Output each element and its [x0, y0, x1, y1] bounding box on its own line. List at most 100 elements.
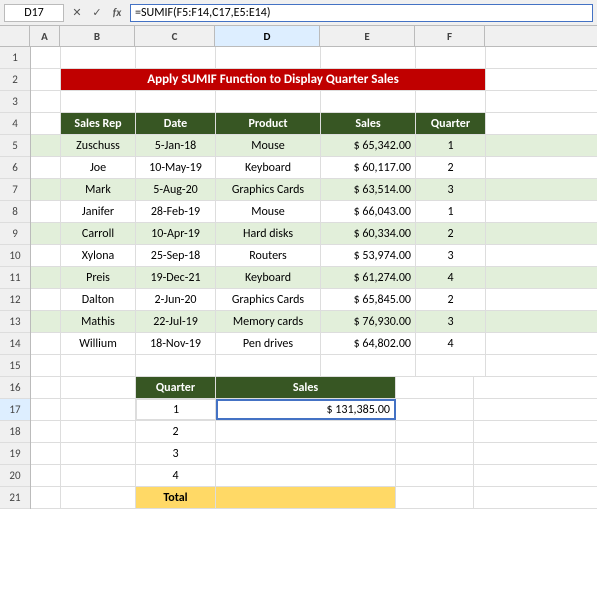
cell-f17[interactable]	[404, 399, 474, 420]
row-header-15[interactable]: 15	[0, 355, 30, 377]
cell-a10[interactable]	[31, 245, 61, 266]
cell-e8[interactable]: $ 66,043.00	[321, 201, 416, 222]
row-header-21[interactable]: 21	[0, 487, 30, 509]
cell-f10[interactable]: 3	[416, 245, 486, 266]
row-header-8[interactable]: 8	[0, 201, 30, 223]
cell-a16[interactable]	[31, 377, 61, 398]
cell-d5[interactable]: Mouse	[216, 135, 321, 156]
cell-e21[interactable]	[396, 487, 404, 508]
row-header-12[interactable]: 12	[0, 289, 30, 311]
cell-d3[interactable]	[216, 91, 321, 112]
col-header-b[interactable]: B	[60, 26, 135, 46]
cell-a7[interactable]	[31, 179, 61, 200]
cell-b13[interactable]: Mathis	[61, 311, 136, 332]
cell-e7[interactable]: $ 63,514.00	[321, 179, 416, 200]
cell-b17[interactable]	[61, 399, 136, 420]
cell-b16[interactable]	[61, 377, 136, 398]
cell-reference[interactable]: D17	[4, 4, 64, 22]
fx-icon[interactable]: fx	[108, 4, 126, 22]
col-header-f[interactable]: F	[415, 26, 485, 46]
col-header-c[interactable]: C	[135, 26, 215, 46]
col-header-a[interactable]: A	[30, 26, 60, 46]
row-header-16[interactable]: 16	[0, 377, 30, 399]
cell-d17-selected[interactable]: $ 131,385.00	[216, 399, 396, 420]
cell-b20[interactable]	[61, 465, 136, 486]
cell-c17[interactable]: 1	[136, 399, 216, 420]
cell-f20[interactable]	[404, 465, 474, 486]
cell-b15[interactable]	[61, 355, 136, 376]
cell-a4[interactable]	[31, 113, 61, 134]
cell-b18[interactable]	[61, 421, 136, 442]
cell-c3[interactable]	[136, 91, 216, 112]
cell-d7[interactable]: Graphics Cards	[216, 179, 321, 200]
row-header-19[interactable]: 19	[0, 443, 30, 465]
cell-a5[interactable]	[31, 135, 61, 156]
cell-a9[interactable]	[31, 223, 61, 244]
row-header-10[interactable]: 10	[0, 245, 30, 267]
cell-f3[interactable]	[416, 91, 486, 112]
cell-a13[interactable]	[31, 311, 61, 332]
row-header-18[interactable]: 18	[0, 421, 30, 443]
row-header-1[interactable]: 1	[0, 47, 30, 69]
cell-a14[interactable]	[31, 333, 61, 354]
cell-a12[interactable]	[31, 289, 61, 310]
row-header-13[interactable]: 13	[0, 311, 30, 333]
cell-f8[interactable]: 1	[416, 201, 486, 222]
formula-input[interactable]: =SUMIF(F5:F14,C17,E5:E14)	[130, 4, 593, 22]
cell-b21[interactable]	[61, 487, 136, 508]
row-header-4[interactable]: 4	[0, 113, 30, 135]
row-header-14[interactable]: 14	[0, 333, 30, 355]
cell-b9[interactable]: Carroll	[61, 223, 136, 244]
cell-f5[interactable]: 1	[416, 135, 486, 156]
cell-c10[interactable]: 25-Sep-18	[136, 245, 216, 266]
cell-f7[interactable]: 3	[416, 179, 486, 200]
cell-e13[interactable]: $ 76,930.00	[321, 311, 416, 332]
cell-c9[interactable]: 10-Apr-19	[136, 223, 216, 244]
row-header-6[interactable]: 6	[0, 157, 30, 179]
cell-f15[interactable]	[416, 355, 486, 376]
cell-e17[interactable]	[396, 399, 404, 420]
cell-e11[interactable]: $ 61,274.00	[321, 267, 416, 288]
cell-a2[interactable]	[31, 69, 61, 90]
cell-e18[interactable]	[396, 421, 404, 442]
cell-d10[interactable]: Routers	[216, 245, 321, 266]
cell-d8[interactable]: Mouse	[216, 201, 321, 222]
cell-f18[interactable]	[404, 421, 474, 442]
cell-c11[interactable]: 19-Dec-21	[136, 267, 216, 288]
cell-e5[interactable]: $ 65,342.00	[321, 135, 416, 156]
cell-e10[interactable]: $ 53,974.00	[321, 245, 416, 266]
cell-c1[interactable]	[136, 47, 216, 68]
cell-b1[interactable]	[61, 47, 136, 68]
cell-d1[interactable]	[216, 47, 321, 68]
cancel-icon[interactable]: ✕	[68, 4, 86, 22]
cell-c20[interactable]: 4	[136, 465, 216, 486]
cell-c19[interactable]: 3	[136, 443, 216, 464]
cell-a18[interactable]	[31, 421, 61, 442]
cell-a1[interactable]	[31, 47, 61, 68]
cell-e16[interactable]	[396, 377, 404, 398]
cell-e14[interactable]: $ 64,802.00	[321, 333, 416, 354]
cell-c7[interactable]: 5-Aug-20	[136, 179, 216, 200]
cell-d12[interactable]: Graphics Cards	[216, 289, 321, 310]
cell-e9[interactable]: $ 60,334.00	[321, 223, 416, 244]
cell-a11[interactable]	[31, 267, 61, 288]
cell-d19[interactable]	[216, 443, 396, 464]
cell-a15[interactable]	[31, 355, 61, 376]
confirm-icon[interactable]: ✓	[88, 4, 106, 22]
cell-b3[interactable]	[61, 91, 136, 112]
cell-c5[interactable]: 5-Jan-18	[136, 135, 216, 156]
row-header-7[interactable]: 7	[0, 179, 30, 201]
cell-b10[interactable]: Xylona	[61, 245, 136, 266]
cell-f21[interactable]	[404, 487, 474, 508]
cell-e20[interactable]	[396, 465, 404, 486]
row-header-11[interactable]: 11	[0, 267, 30, 289]
cell-a6[interactable]	[31, 157, 61, 178]
cell-d6[interactable]: Keyboard	[216, 157, 321, 178]
cell-e1[interactable]	[321, 47, 416, 68]
cell-f14[interactable]: 4	[416, 333, 486, 354]
col-header-d[interactable]: D	[215, 26, 320, 46]
cell-f11[interactable]: 4	[416, 267, 486, 288]
cell-f9[interactable]: 2	[416, 223, 486, 244]
cell-d11[interactable]: Keyboard	[216, 267, 321, 288]
cell-c6[interactable]: 10-May-19	[136, 157, 216, 178]
